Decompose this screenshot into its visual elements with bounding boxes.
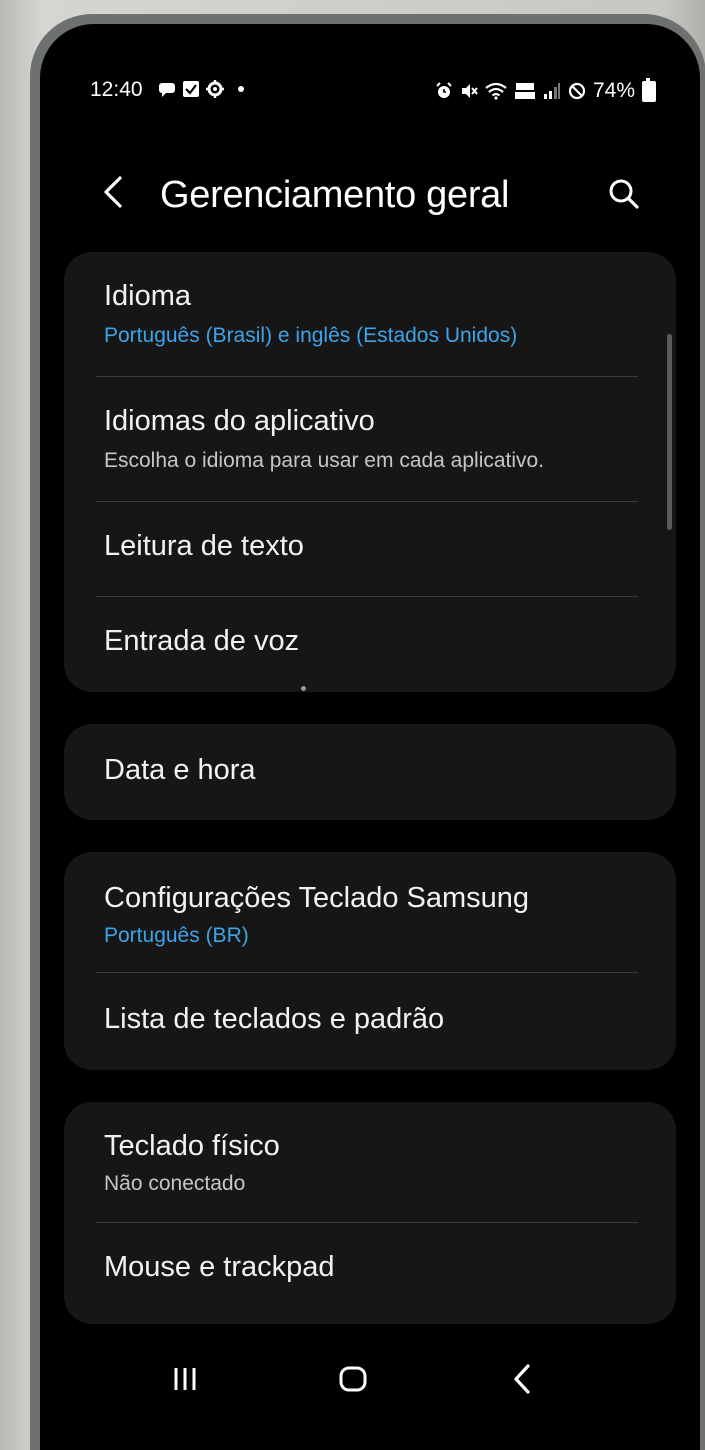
item-subtitle: Escolha o idioma para usar em cada aplic… — [104, 449, 545, 472]
item-subtitle: Português (BR) — [104, 924, 249, 947]
list-item-teclado-fisico[interactable]: Teclado físico Não conectado — [64, 1102, 676, 1222]
volte-icon — [514, 83, 535, 99]
battery-icon — [642, 77, 656, 102]
item-title: Lista de teclados e padrão — [104, 1003, 445, 1035]
status-right-icons: 74% — [435, 77, 656, 103]
app-header: Gerenciamento geral — [40, 164, 700, 224]
scroll-indicator-dot — [301, 686, 306, 691]
settings-group-keyboard: Configurações Teclado Samsung Português … — [64, 852, 676, 1070]
item-title: Teclado físico — [104, 1130, 280, 1162]
message-icon — [159, 83, 175, 97]
signal-icon — [543, 83, 560, 99]
item-title: Mouse e trackpad — [104, 1251, 335, 1283]
recents-icon — [174, 1368, 196, 1390]
checkbox-icon — [183, 81, 199, 97]
list-item-mouse-e-trackpad[interactable]: Mouse e trackpad — [64, 1223, 676, 1324]
item-title: Entrada de voz — [104, 625, 300, 657]
mute-icon — [461, 84, 478, 98]
item-title: Idioma — [104, 280, 192, 312]
list-item-configuracoes-teclado-samsung[interactable]: Configurações Teclado Samsung Português … — [64, 852, 676, 972]
alarm-icon — [436, 82, 452, 98]
recents-button[interactable] — [160, 1354, 210, 1404]
status-time: 12:40 — [90, 78, 143, 101]
back-button[interactable] — [96, 170, 132, 214]
search-icon — [609, 179, 639, 209]
item-title: Idiomas do aplicativo — [104, 405, 375, 437]
item-title: Leitura de texto — [104, 530, 304, 562]
item-title: Configurações Teclado Samsung — [104, 882, 530, 914]
home-button[interactable] — [328, 1354, 378, 1404]
list-item-data-e-hora[interactable]: Data e hora — [64, 724, 676, 820]
settings-group-input-devices: Teclado físico Não conectado Mouse e tra… — [64, 1102, 676, 1324]
chevron-left-icon — [104, 176, 122, 208]
settings-gear-icon — [206, 80, 224, 98]
navigation-bar — [40, 1344, 700, 1414]
status-left-icons — [158, 80, 244, 98]
list-item-idiomas-do-aplicativo[interactable]: Idiomas do aplicativo Escolha o idioma p… — [64, 377, 676, 501]
battery-percent: 74% — [592, 79, 635, 102]
search-button[interactable] — [604, 174, 644, 214]
screen: 12:40 74% Gerenciamento geral Idioma Por… — [40, 24, 700, 1450]
list-item-leitura-de-texto[interactable]: Leitura de texto — [64, 502, 676, 596]
back-icon — [514, 1364, 530, 1394]
nav-back-button[interactable] — [498, 1354, 548, 1404]
settings-group-language: Idioma Português (Brasil) e inglês (Esta… — [64, 252, 676, 692]
list-item-entrada-de-voz[interactable]: Entrada de voz — [64, 597, 676, 692]
status-bar: 12:40 74% — [40, 76, 700, 112]
list-item-idioma[interactable]: Idioma Português (Brasil) e inglês (Esta… — [64, 252, 676, 376]
home-icon — [339, 1366, 367, 1392]
scrollbar[interactable] — [667, 334, 672, 530]
page-title: Gerenciamento geral — [160, 174, 510, 216]
wifi-icon — [485, 82, 507, 100]
notification-dot — [238, 86, 244, 92]
item-subtitle: Português (Brasil) e inglês (Estados Uni… — [104, 324, 518, 347]
settings-group-date: Data e hora — [64, 724, 676, 820]
list-item-lista-de-teclados[interactable]: Lista de teclados e padrão — [64, 973, 676, 1070]
item-subtitle: Não conectado — [104, 1172, 246, 1195]
item-title: Data e hora — [104, 754, 256, 786]
do-not-disturb-icon — [568, 82, 586, 100]
